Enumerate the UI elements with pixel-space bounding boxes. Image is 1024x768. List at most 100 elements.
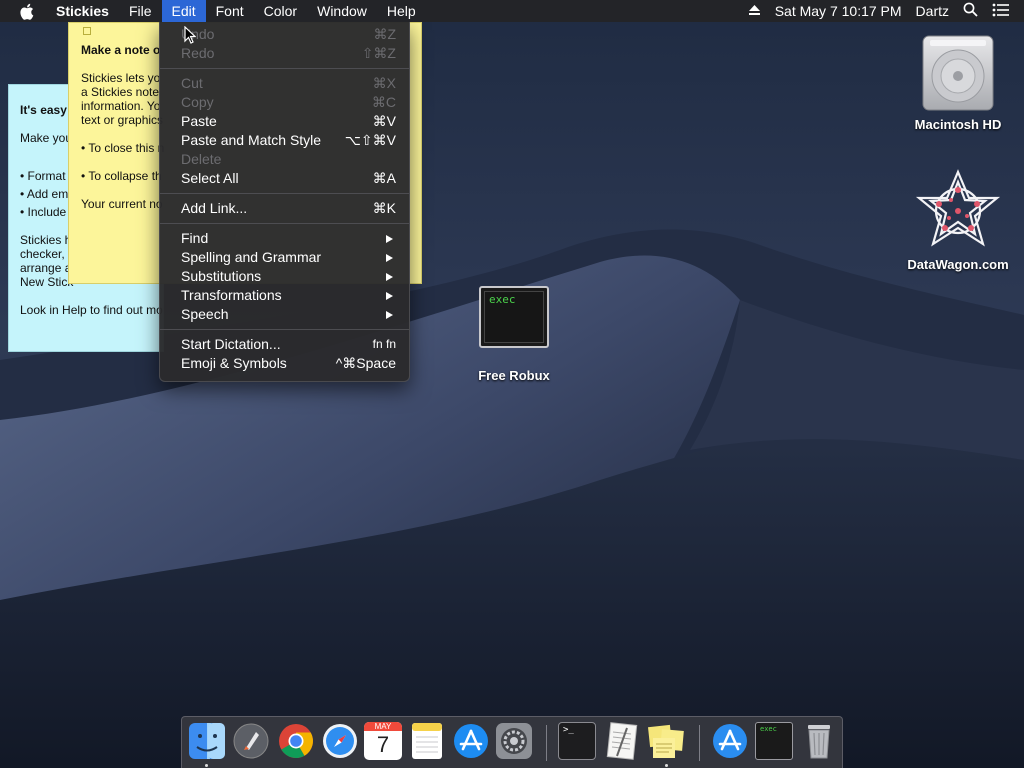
menu-item-delete[interactable]: Delete (160, 150, 409, 169)
menu-item-find[interactable]: Find (160, 229, 409, 248)
exec-dock-text: exec (760, 725, 777, 733)
menu-item-label: Copy (181, 94, 214, 110)
datawagon-logo-icon (915, 169, 1001, 247)
shortcut-label: ⌘V (372, 113, 396, 129)
submenu-arrow-icon (386, 311, 393, 319)
trash-icon[interactable] (800, 722, 838, 760)
notification-center-icon[interactable] (992, 3, 1010, 20)
terminal-icon[interactable]: >_ (558, 722, 596, 760)
shortcut-label: ⌥⇧⌘V (344, 132, 396, 148)
textedit-icon[interactable] (603, 722, 641, 760)
shortcut-label: fn fn (372, 337, 396, 351)
safari-icon[interactable] (321, 722, 359, 760)
hard-drive-icon (922, 35, 994, 111)
menu-item-substitutions[interactable]: Substitutions (160, 267, 409, 286)
running-indicator (205, 764, 208, 767)
menu-item-label: Spelling and Grammar (181, 249, 322, 265)
shortcut-label: ⌘C (371, 94, 396, 110)
spotlight-icon[interactable] (963, 2, 978, 20)
terminal-prompt: >_ (563, 725, 574, 735)
menu-item-label: Substitutions (181, 268, 262, 284)
menu-item-label: Speech (181, 306, 229, 322)
menu-item-cut[interactable]: Cut ⌘X (160, 74, 409, 93)
menubar-user[interactable]: Dartz (916, 3, 949, 19)
exec-file-icon[interactable]: exec (755, 722, 793, 760)
menu-item-spelling-grammar[interactable]: Spelling and Grammar (160, 248, 409, 267)
notes-icon[interactable] (408, 722, 446, 760)
calendar-month: MAY (364, 722, 402, 731)
menu-window[interactable]: Window (307, 0, 377, 22)
menu-item-undo[interactable]: Undo ⌘Z (160, 25, 409, 44)
menu-color[interactable]: Color (254, 0, 307, 22)
desktop-icon-macintosh-hd[interactable]: Macintosh HD (903, 32, 1013, 132)
calendar-day: 7 (376, 732, 390, 757)
desktop-icon-free-robux[interactable]: exec Free Robux (458, 286, 570, 383)
menu-item-label: Find (181, 230, 209, 246)
downloads-icon[interactable] (711, 722, 749, 760)
desktop-icon-datawagon[interactable]: DataWagon.com (903, 168, 1013, 272)
menu-separator (160, 68, 409, 69)
menu-file[interactable]: File (119, 0, 162, 22)
dock-divider (699, 725, 700, 761)
sticky-close-box[interactable] (83, 27, 91, 35)
menu-item-emoji-symbols[interactable]: Emoji & Symbols ^⌘Space (160, 354, 409, 373)
menu-item-transformations[interactable]: Transformations (160, 286, 409, 305)
submenu-arrow-icon (386, 254, 393, 262)
running-indicator (665, 764, 668, 767)
shortcut-label: ⌘A (372, 170, 396, 186)
shortcut-label: ⌘K (372, 200, 396, 216)
menu-help[interactable]: Help (377, 0, 426, 22)
launchpad-icon[interactable] (232, 722, 270, 760)
menu-item-label: Transformations (181, 287, 282, 303)
shortcut-label: ⌘Z (373, 26, 396, 42)
menu-font[interactable]: Font (206, 0, 254, 22)
shortcut-label: ⇧⌘Z (361, 45, 396, 61)
menu-item-paste-match-style[interactable]: Paste and Match Style ⌥⇧⌘V (160, 131, 409, 150)
menu-item-label: Add Link... (181, 200, 248, 216)
dock: MAY 7 >_ exec (181, 716, 843, 768)
exec-thumb-text: exec (489, 293, 516, 306)
shortcut-label: ⌘X (372, 75, 396, 91)
menu-item-label: Paste (181, 113, 217, 129)
stickies-icon[interactable] (647, 722, 685, 760)
submenu-arrow-icon (386, 273, 393, 281)
calendar-icon[interactable]: MAY 7 (364, 722, 402, 760)
chrome-icon[interactable] (277, 722, 315, 760)
menu-app-stickies[interactable]: Stickies (56, 0, 119, 22)
submenu-arrow-icon (386, 235, 393, 243)
menu-bar: Stickies File Edit Font Color Window Hel… (0, 0, 1024, 22)
menu-separator (160, 329, 409, 330)
finder-icon[interactable] (188, 722, 226, 760)
menu-item-label: Delete (181, 151, 222, 167)
app-store-icon[interactable] (452, 722, 490, 760)
menu-item-label: Paste and Match Style (181, 132, 322, 148)
submenu-arrow-icon (386, 292, 393, 300)
shortcut-label: ^⌘Space (335, 355, 396, 371)
menu-item-label: Start Dictation... (181, 336, 281, 352)
dock-divider (546, 725, 547, 761)
mouse-cursor-icon (184, 26, 196, 44)
menu-item-copy[interactable]: Copy ⌘C (160, 93, 409, 112)
menu-item-add-link[interactable]: Add Link... ⌘K (160, 199, 409, 218)
apple-icon[interactable] (19, 0, 37, 22)
menu-item-paste[interactable]: Paste ⌘V (160, 112, 409, 131)
menu-edit[interactable]: Edit (161, 0, 206, 22)
menu-item-redo[interactable]: Redo ⇧⌘Z (160, 44, 409, 63)
desktop-icon-label: DataWagon.com (907, 257, 1009, 272)
exec-file-icon: exec (479, 286, 549, 348)
desktop-icon-label: Macintosh HD (914, 117, 1002, 132)
menu-item-label: Emoji & Symbols (181, 355, 287, 371)
menu-item-speech[interactable]: Speech (160, 305, 409, 324)
menu-item-select-all[interactable]: Select All ⌘A (160, 169, 409, 188)
menu-separator (160, 223, 409, 224)
menu-item-label: Redo (181, 45, 215, 61)
menu-separator (160, 193, 409, 194)
system-preferences-icon[interactable] (495, 722, 533, 760)
eject-icon[interactable] (748, 3, 761, 19)
menu-item-start-dictation[interactable]: Start Dictation... fn fn (160, 335, 409, 354)
menu-item-label: Cut (181, 75, 203, 91)
menubar-clock[interactable]: Sat May 7 10:17 PM (775, 3, 902, 19)
sticky-blue-help: Look in Help to find out mo (20, 303, 163, 317)
desktop-icon-label: Free Robux (478, 368, 550, 383)
menu-item-label: Select All (181, 170, 239, 186)
